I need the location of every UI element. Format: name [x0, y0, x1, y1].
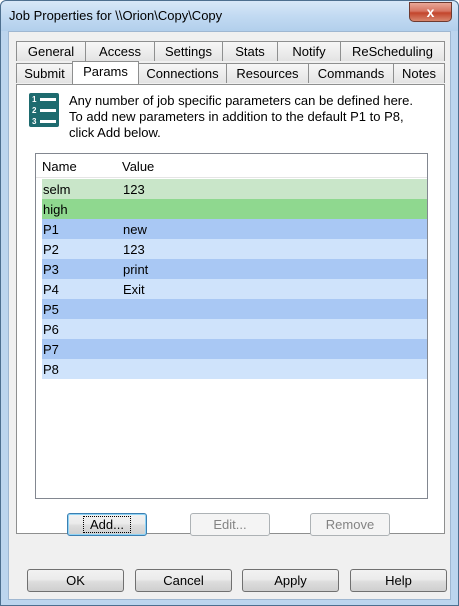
list-header: Name Value: [36, 154, 427, 178]
param-name-cell: P3: [43, 262, 59, 277]
table-row[interactable]: P3 print: [42, 259, 427, 279]
param-name-cell: P4: [43, 282, 59, 297]
apply-button[interactable]: Apply: [242, 569, 339, 592]
tab-resources[interactable]: Resources: [226, 63, 309, 83]
tab-connections[interactable]: Connections: [138, 63, 227, 83]
edit-button[interactable]: Edit...: [190, 513, 270, 536]
param-value-cell: 123: [123, 182, 145, 197]
tab-submit[interactable]: Submit: [16, 63, 73, 83]
window-title: Job Properties for \\Orion\Copy\Copy: [9, 8, 223, 23]
params-panel: 1 2 3 Any number of job specific paramet…: [16, 84, 445, 534]
table-row[interactable]: P1 new: [42, 219, 427, 239]
param-value-cell: 123: [123, 242, 145, 257]
table-row[interactable]: P8: [42, 359, 427, 379]
table-row[interactable]: selm 123: [42, 179, 427, 199]
tab-general[interactable]: General: [16, 41, 86, 61]
tab-notify[interactable]: Notify: [277, 41, 341, 61]
param-name-cell: P7: [43, 342, 59, 357]
table-row[interactable]: P2 123: [42, 239, 427, 259]
tab-params[interactable]: Params: [72, 61, 139, 84]
column-header-name[interactable]: Name: [42, 159, 77, 174]
params-description: Any number of job specific parameters ca…: [69, 93, 413, 140]
close-icon[interactable]: x: [409, 2, 452, 22]
job-properties-window: Job Properties for \\Orion\Copy\Copy x G…: [0, 0, 459, 606]
table-row[interactable]: high: [42, 199, 427, 219]
param-name-cell: high: [43, 202, 68, 217]
param-name-cell: P1: [43, 222, 59, 237]
table-row[interactable]: P4 Exit: [42, 279, 427, 299]
table-row[interactable]: P5: [42, 299, 427, 319]
ok-button[interactable]: OK: [27, 569, 124, 592]
tab-rescheduling[interactable]: ReScheduling: [340, 41, 445, 61]
param-name-cell: P6: [43, 322, 59, 337]
table-row[interactable]: P6: [42, 319, 427, 339]
column-header-value[interactable]: Value: [122, 159, 154, 174]
tab-commands[interactable]: Commands: [308, 63, 394, 83]
remove-button[interactable]: Remove: [310, 513, 390, 536]
param-value-cell: Exit: [123, 282, 145, 297]
dialog-client-area: General Access Settings Stats Notify ReS…: [8, 31, 451, 600]
params-list[interactable]: Name Value selm 123 high P1 new P2 123 P3 print P…: [35, 153, 428, 499]
param-name-cell: P5: [43, 302, 59, 317]
add-button-label: Add...: [83, 516, 131, 533]
cancel-button[interactable]: Cancel: [135, 569, 232, 592]
help-button[interactable]: Help: [350, 569, 447, 592]
tab-stats[interactable]: Stats: [222, 41, 278, 61]
param-name-cell: P2: [43, 242, 59, 257]
add-button[interactable]: Add...: [67, 513, 147, 536]
param-name-cell: selm: [43, 182, 71, 197]
table-row[interactable]: P7: [42, 339, 427, 359]
tab-notes[interactable]: Notes: [393, 63, 445, 83]
numbered-list-icon: 1 2 3: [29, 93, 59, 127]
param-name-cell: P8: [43, 362, 59, 377]
param-value-cell: print: [123, 262, 149, 277]
param-value-cell: new: [123, 222, 147, 237]
tab-settings[interactable]: Settings: [154, 41, 223, 61]
tab-access[interactable]: Access: [85, 41, 155, 61]
title-bar[interactable]: Job Properties for \\Orion\Copy\Copy x: [1, 1, 458, 31]
